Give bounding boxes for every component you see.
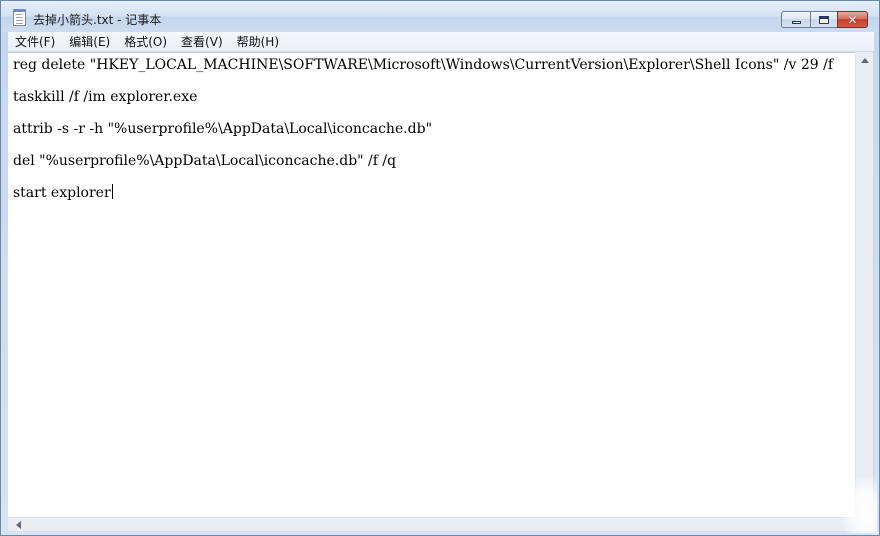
text-line-content: start explorer [13,185,111,201]
menu-edit[interactable]: 编辑(E) [62,32,117,52]
notepad-window: 去掉小箭头.txt - 记事本 ✕ 文件(F) 编辑(E) 格式(O) 查看(V… [0,0,880,536]
scroll-up-arrow-icon[interactable] [861,58,869,63]
notepad-icon[interactable] [13,9,26,26]
text-editor[interactable]: reg delete "HKEY_LOCAL_MACHINE\SOFTWARE\… [8,52,855,517]
scroll-left-arrow-icon[interactable] [16,521,21,529]
menu-bar: 文件(F) 编辑(E) 格式(O) 查看(V) 帮助(H) [8,32,874,52]
close-icon: ✕ [847,12,858,27]
menu-help[interactable]: 帮助(H) [230,32,286,52]
menu-format[interactable]: 格式(O) [117,32,174,52]
text-line: taskkill /f /im explorer.exe [13,89,198,105]
menu-file[interactable]: 文件(F) [8,32,62,52]
text-line-last: start explorer [13,184,113,202]
caption-buttons: ✕ [781,11,868,28]
maximize-icon [819,15,829,24]
text-line: reg delete "HKEY_LOCAL_MACHINE\SOFTWARE\… [13,57,833,73]
menu-view[interactable]: 查看(V) [174,32,230,52]
frame-divider [873,52,874,517]
maximize-button[interactable] [810,11,837,28]
minimize-icon [791,20,801,24]
close-button[interactable]: ✕ [837,11,868,28]
text-line: del "%userprofile%\AppData\Local\iconcac… [13,153,397,169]
title-bar[interactable]: 去掉小箭头.txt - 记事本 ✕ [1,1,879,32]
minimize-button[interactable] [781,11,810,28]
text-line: attrib -s -r -h "%userprofile%\AppData\L… [13,121,433,137]
size-grip[interactable] [855,517,874,531]
vertical-scrollbar[interactable] [855,52,873,517]
text-caret [111,184,113,199]
horizontal-scrollbar[interactable] [8,517,855,531]
window-title: 去掉小箭头.txt - 记事本 [33,13,162,27]
